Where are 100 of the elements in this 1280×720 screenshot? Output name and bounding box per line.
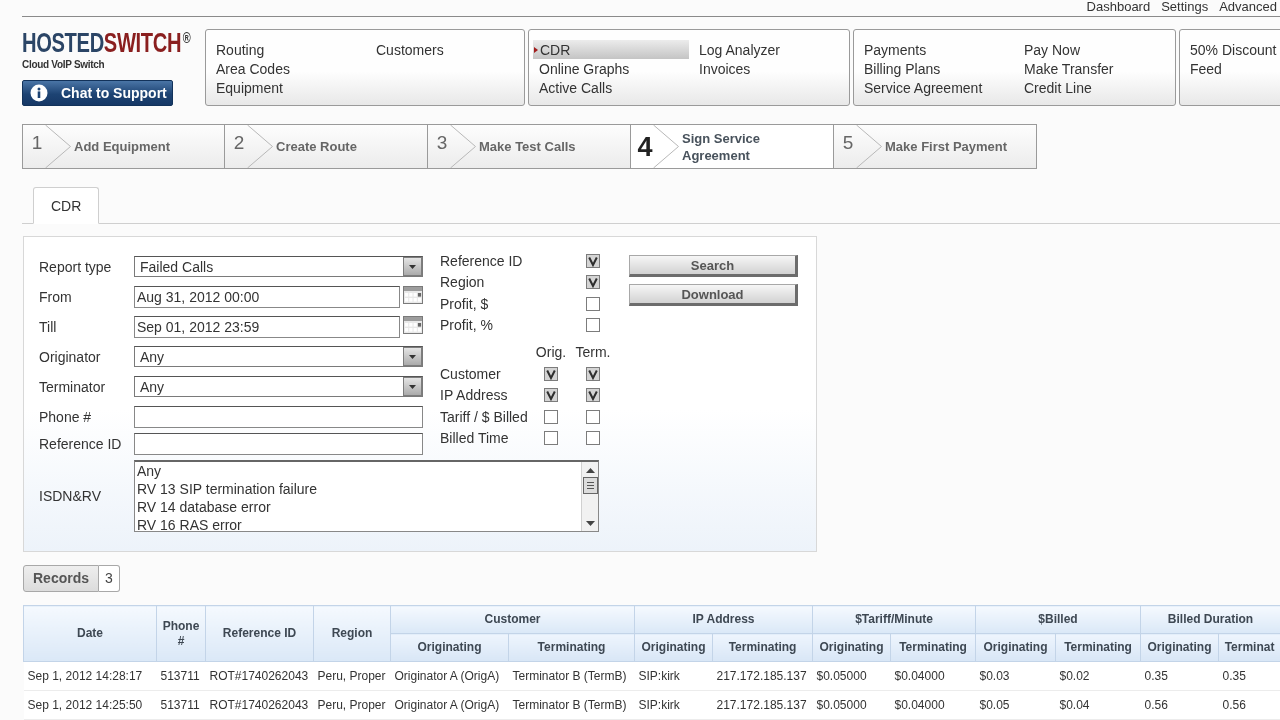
nav-link[interactable]: Area Codes	[216, 59, 290, 78]
column-group-header: IP Address	[634, 605, 813, 634]
step-label: Make First Payment	[885, 138, 1008, 155]
nav-link[interactable]: Payments	[864, 40, 927, 59]
wizard-step[interactable]: 2 Create Route	[225, 124, 428, 169]
nav-link[interactable]: Routing	[216, 40, 265, 59]
list-option[interactable]: RV 14 database error	[137, 498, 271, 516]
field-label: Originator	[39, 348, 102, 367]
nav-link[interactable]: Credit Line	[1024, 78, 1092, 97]
column-header: Originating	[1140, 633, 1219, 662]
calendar-icon[interactable]	[403, 316, 423, 334]
info-icon	[30, 84, 48, 102]
checkbox[interactable]	[586, 296, 600, 311]
date-field[interactable]: Sep 01, 2012 23:59	[134, 316, 400, 338]
column-header: Phone #	[156, 605, 206, 662]
nav-link[interactable]: Invoices	[699, 59, 751, 78]
step-label: Add Equipment	[74, 138, 171, 155]
nav-link[interactable]: Active Calls	[539, 78, 613, 97]
arrow-marker-icon	[534, 46, 538, 53]
table-cell: $0.05	[975, 690, 1056, 720]
step-number: 5	[841, 132, 855, 154]
checkbox[interactable]	[586, 253, 600, 268]
nav-link[interactable]: Customers	[376, 40, 444, 59]
checkbox[interactable]	[586, 318, 600, 333]
records-label: Records	[23, 565, 100, 592]
nav-link[interactable]: Pay Now	[1024, 40, 1081, 59]
option-label: Tariff / $ Billed	[440, 408, 529, 425]
nav-link[interactable]: 50% Discount	[1190, 40, 1277, 59]
date-field[interactable]: Aug 31, 2012 00:00	[134, 286, 400, 308]
table-cell: Originator A (OrigA)	[390, 661, 509, 691]
field-label: ISDN&RV	[39, 487, 102, 506]
column-group-header: Billed Duration	[1140, 605, 1280, 634]
column-header: Originating	[634, 633, 713, 662]
top-link[interactable]: Advanced	[1219, 0, 1277, 13]
table-cell: 217.172.185.137	[712, 690, 813, 720]
top-link[interactable]: Settings	[1161, 0, 1209, 13]
column-header: Date	[23, 605, 157, 662]
nav-link[interactable]: CDR	[533, 40, 689, 59]
checkbox[interactable]	[586, 409, 600, 424]
caret-down-icon[interactable]	[585, 521, 595, 526]
nav-link[interactable]: Online Graphs	[539, 59, 630, 78]
table-cell: 0.35	[1140, 661, 1219, 691]
listbox[interactable]: Any RV 13 SIP termination failure RV 14 database error RV 16 RAS error	[134, 460, 599, 532]
list-option[interactable]: RV 16 RAS error	[137, 516, 242, 534]
option-label: Customer	[440, 365, 502, 382]
field-label: Terminator	[39, 378, 107, 397]
action-button[interactable]: Search	[629, 255, 798, 277]
chevron-icon	[247, 125, 273, 168]
column-header: Originating	[390, 633, 509, 662]
nav-link[interactable]: Feed	[1190, 59, 1222, 78]
column-heading: Term.	[575, 344, 611, 360]
field-label: Reference ID	[39, 435, 123, 454]
wizard-step[interactable]: 3 Make Test Calls	[428, 124, 631, 169]
top-link[interactable]: Dashboard	[1086, 0, 1151, 13]
action-button[interactable]: Download	[629, 284, 798, 306]
checkbox[interactable]	[586, 275, 600, 290]
nav-link[interactable]: Service Agreement	[864, 78, 983, 97]
option-label: Billed Time	[440, 430, 510, 447]
checkbox[interactable]	[544, 388, 558, 403]
column-group-header: Customer	[390, 605, 635, 634]
nav-link[interactable]: Make Transfer	[1024, 59, 1114, 78]
scrollbar[interactable]	[581, 462, 598, 531]
checkbox[interactable]	[544, 409, 558, 424]
table-cell: ROT#1740262043	[205, 661, 314, 691]
step-label: Make Test Calls	[479, 138, 576, 155]
dropdown-select[interactable]: Any	[134, 346, 423, 367]
checkbox[interactable]	[586, 388, 600, 403]
tab[interactable]: CDR	[33, 187, 100, 224]
nav-link[interactable]: Billing Plans	[864, 59, 941, 78]
dropdown-select[interactable]: Any	[134, 376, 423, 397]
chat-support-button[interactable]: Chat to Support	[22, 80, 173, 106]
chevron-icon	[653, 125, 679, 168]
table-cell: Peru, Proper	[313, 690, 391, 720]
checkbox[interactable]	[586, 366, 600, 381]
list-option[interactable]: Any	[137, 462, 162, 480]
wizard-step[interactable]: 1 Add Equipment	[22, 124, 225, 169]
calendar-icon[interactable]	[403, 286, 423, 304]
column-header: Originating	[812, 633, 891, 662]
column-header: Terminating	[712, 633, 813, 662]
column-header: Terminating	[508, 633, 635, 662]
field-label: From	[39, 288, 73, 307]
checkbox[interactable]	[586, 431, 600, 446]
list-option[interactable]: RV 13 SIP termination failure	[137, 480, 318, 498]
wizard-step[interactable]: 4 Sign Service Agreement	[631, 124, 834, 169]
table-cell: 217.172.185.137	[712, 661, 813, 691]
scroll-thumb-icon[interactable]	[582, 477, 598, 494]
nav-link[interactable]: Log Analyzer	[699, 40, 780, 59]
caret-up-icon[interactable]	[585, 468, 595, 473]
dropdown-select[interactable]: Failed Calls	[134, 256, 423, 277]
nav-link[interactable]: Equipment	[216, 78, 283, 97]
input-field[interactable]	[134, 406, 423, 428]
option-label: Profit, %	[440, 317, 494, 334]
table-cell: Terminator B (TermB)	[508, 690, 635, 720]
table-cell: Sep 1, 2012 14:25:50	[23, 690, 157, 720]
chevron-icon	[450, 125, 476, 168]
input-field[interactable]	[134, 433, 423, 455]
checkbox[interactable]	[544, 366, 558, 381]
wizard-step[interactable]: 5 Make First Payment	[834, 124, 1037, 169]
column-group-header: $Billed	[975, 605, 1141, 634]
checkbox[interactable]	[544, 431, 558, 446]
